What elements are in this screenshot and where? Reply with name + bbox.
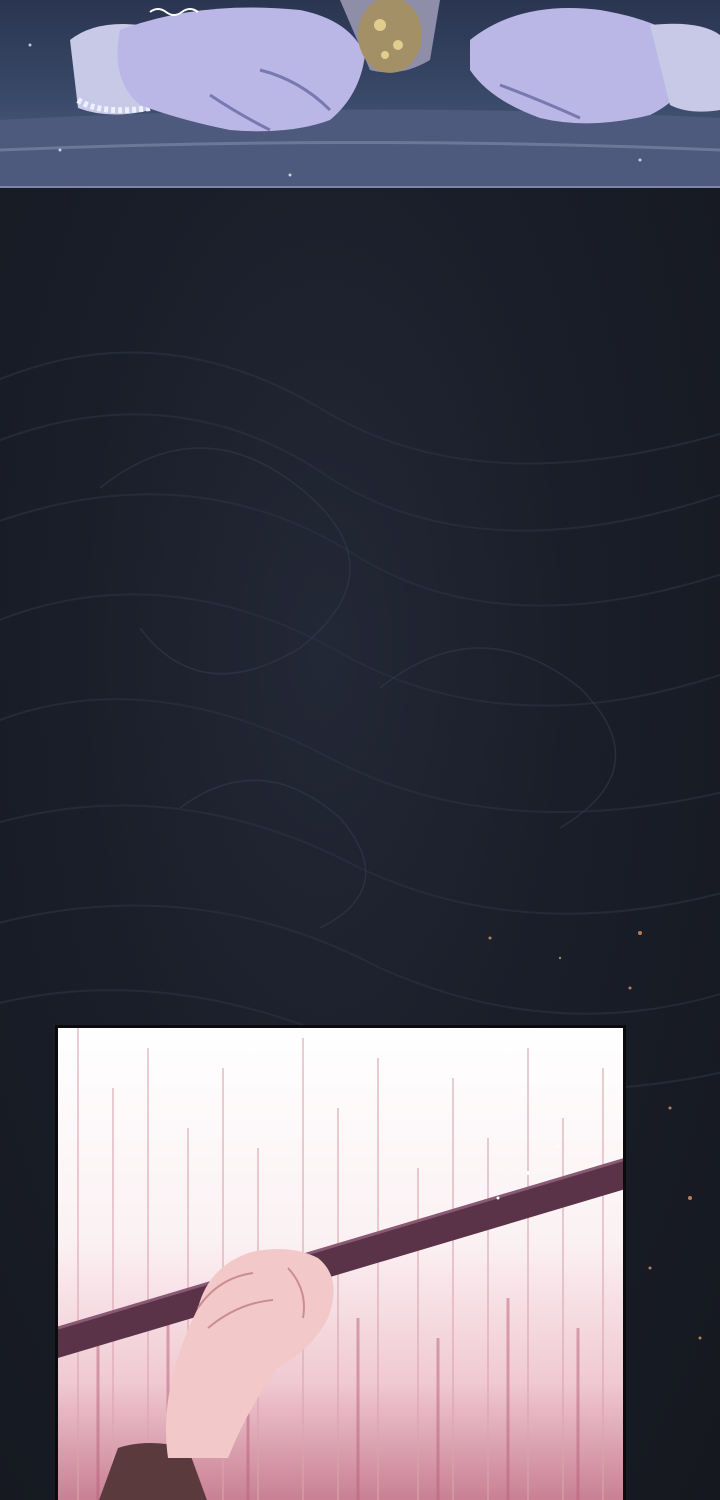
- hand-left: [117, 7, 365, 132]
- panel-hands-on-table: [0, 0, 720, 188]
- hand-gripping: [166, 1249, 334, 1458]
- staff-illustration: [58, 1028, 623, 1500]
- brooch: [358, 0, 422, 73]
- comic-page: [0, 0, 720, 1500]
- hands-illustration: [0, 0, 720, 186]
- panel-hand-gripping-staff: [55, 1025, 626, 1500]
- staff: [58, 1159, 623, 1358]
